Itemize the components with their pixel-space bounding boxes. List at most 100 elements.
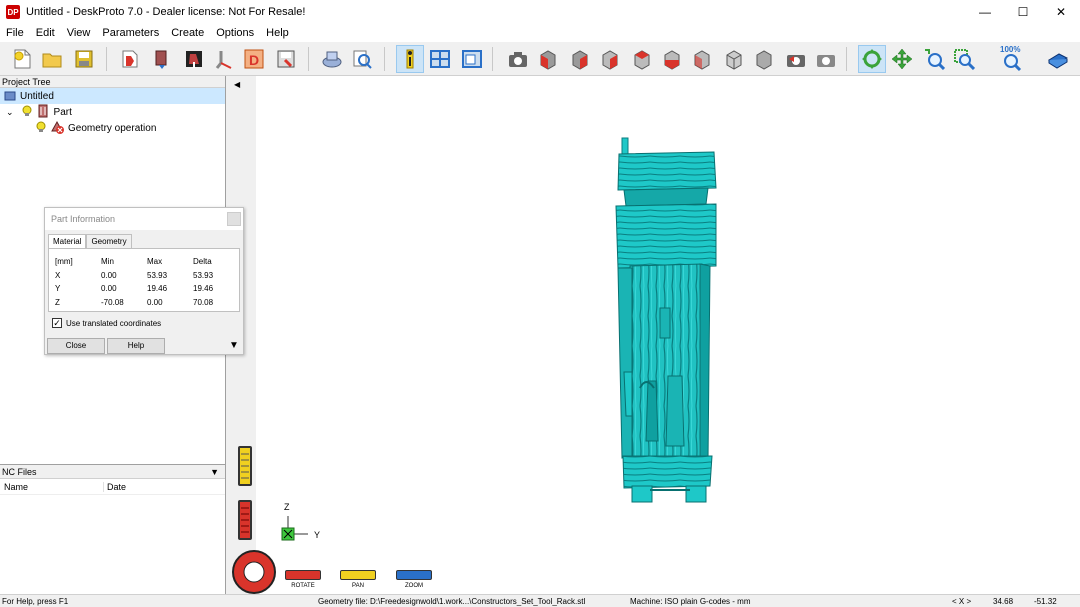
tree-root-untitled[interactable]: Untitled <box>0 88 225 104</box>
view-front-icon[interactable] <box>534 45 562 73</box>
app-logo-icon[interactable]: DP <box>6 5 20 19</box>
menu-help[interactable]: Help <box>260 27 295 39</box>
row-x-min: 0.00 <box>101 271 117 280</box>
toolpath-icon[interactable] <box>210 45 238 73</box>
part-parameters-icon[interactable] <box>148 45 176 73</box>
tree-operation[interactable]: Geometry operation <box>0 120 225 136</box>
title-bar: DP Untitled - DeskProto 7.0 - Dealer lic… <box>0 0 1080 24</box>
zoom-100-label: 100% <box>1000 45 1021 54</box>
toolbar-separator <box>106 47 107 71</box>
view-bottom-icon[interactable] <box>688 45 716 73</box>
rotate-tool-button[interactable] <box>285 570 321 580</box>
row-z-min: -70.08 <box>101 298 124 307</box>
viewport-canvas[interactable] <box>230 76 1080 594</box>
dialog-close-icon[interactable] <box>227 212 241 226</box>
red-slider[interactable] <box>238 500 252 540</box>
zoom-100-icon[interactable]: 100% <box>998 45 1026 73</box>
svg-text:D: D <box>249 52 259 68</box>
translated-coords-label: Use translated coordinates <box>66 318 162 328</box>
translated-coords-row: ✓ Use translated coordinates <box>52 318 243 328</box>
toolbar-separator <box>308 47 309 71</box>
menu-edit[interactable]: Edit <box>30 27 61 39</box>
row-z-axis: Z <box>55 298 60 307</box>
view-iso-back-icon[interactable] <box>750 45 778 73</box>
project-parameters-icon[interactable] <box>116 45 144 73</box>
status-axes: < X > <box>952 597 972 606</box>
menu-parameters[interactable]: Parameters <box>96 27 165 39</box>
tree-part-label: Part <box>53 106 72 118</box>
new-project-icon[interactable] <box>8 45 36 73</box>
view-top-icon[interactable] <box>658 45 686 73</box>
rotate-mode-icon[interactable] <box>858 45 886 73</box>
operation-parameters-icon[interactable] <box>180 45 208 73</box>
status-x-value: 34.68 <box>993 597 1014 606</box>
calculate-d-icon[interactable]: D <box>240 45 268 73</box>
col-min: Min <box>101 257 114 266</box>
row-z-delta: 70.08 <box>193 298 214 307</box>
dropdown-arrow-icon[interactable]: ▼ <box>210 465 219 479</box>
row-x-delta: 53.93 <box>193 271 214 280</box>
row-y-max: 19.46 <box>147 284 168 293</box>
view-left-icon[interactable] <box>596 45 624 73</box>
window-view-icon[interactable] <box>458 45 486 73</box>
tab-geometry[interactable]: Geometry <box>86 234 132 248</box>
view-rotate-right-icon[interactable] <box>812 45 840 73</box>
view-right-icon[interactable] <box>628 45 656 73</box>
nc-files-panel: NC Files ▼ Name Date <box>0 464 226 594</box>
pan-tool-button[interactable] <box>340 570 376 580</box>
split-view-icon[interactable] <box>426 45 454 73</box>
menu-create[interactable]: Create <box>165 27 210 39</box>
operation-error-icon <box>50 120 64 137</box>
toolbar-separator <box>384 47 385 71</box>
camera-view-icon[interactable] <box>504 45 532 73</box>
view-rotate-left-icon[interactable] <box>782 45 810 73</box>
rotate-dial[interactable] <box>232 550 276 594</box>
column-name[interactable]: Name <box>0 481 104 492</box>
save-icon[interactable] <box>70 45 98 73</box>
tree-part[interactable]: ⌄ Part <box>0 104 225 120</box>
row-y-axis: Y <box>55 284 61 293</box>
minimize-button[interactable]: — <box>966 0 1004 24</box>
simulation-icon[interactable] <box>318 45 346 73</box>
status-geometry-file: Geometry file: D:\Freedesignwold\1.work.… <box>318 597 586 606</box>
yellow-slider[interactable] <box>238 446 252 486</box>
view-iso-icon[interactable] <box>720 45 748 73</box>
menu-file[interactable]: File <box>0 27 30 39</box>
tree-operation-label: Geometry operation <box>68 122 157 134</box>
translated-coords-checkbox[interactable]: ✓ <box>52 318 62 328</box>
maximize-button[interactable]: ☐ <box>1004 0 1042 24</box>
project-icon <box>4 90 16 102</box>
open-folder-icon[interactable] <box>38 45 66 73</box>
tree-root-label: Untitled <box>20 90 54 102</box>
preview-icon[interactable] <box>348 45 376 73</box>
help-button[interactable]: Help <box>107 338 165 354</box>
dialog-title-bar[interactable]: Part Information <box>45 208 243 230</box>
tool-rack-model <box>615 137 717 503</box>
toolbar-separator <box>492 47 493 71</box>
book-help-icon[interactable] <box>1044 45 1072 73</box>
zoom-mode-icon[interactable] <box>920 45 948 73</box>
lightbulb-icon[interactable] <box>22 105 32 120</box>
view-back-icon[interactable] <box>566 45 594 73</box>
status-machine: Machine: ISO plain G-codes - mm <box>630 597 751 606</box>
close-button[interactable]: ✕ <box>1042 0 1080 24</box>
write-nc-icon[interactable] <box>272 45 300 73</box>
pan-tool-label: PAN <box>352 583 364 589</box>
chevron-down-icon[interactable]: ⌄ <box>6 107 14 118</box>
close-button[interactable]: Close <box>47 338 105 354</box>
axis-z-label: Z <box>284 502 290 512</box>
3d-viewport[interactable]: Z Y <box>230 76 1080 594</box>
menu-view[interactable]: View <box>61 27 97 39</box>
part-info-button[interactable] <box>396 45 424 73</box>
lightbulb-icon[interactable] <box>36 121 46 136</box>
pan-mode-icon[interactable] <box>888 45 916 73</box>
zoom-window-icon[interactable] <box>950 45 978 73</box>
toolbar-separator <box>846 47 847 71</box>
column-date[interactable]: Date <box>104 482 126 492</box>
tab-material[interactable]: Material <box>48 234 87 248</box>
zoom-tool-button[interactable] <box>396 570 432 580</box>
expand-arrow-icon[interactable]: ▼ <box>229 340 239 351</box>
part-information-dialog: Part Information Material Geometry [mm] … <box>44 207 244 355</box>
menu-options[interactable]: Options <box>210 27 260 39</box>
collapse-arrow-icon[interactable]: ◀ <box>234 80 240 89</box>
